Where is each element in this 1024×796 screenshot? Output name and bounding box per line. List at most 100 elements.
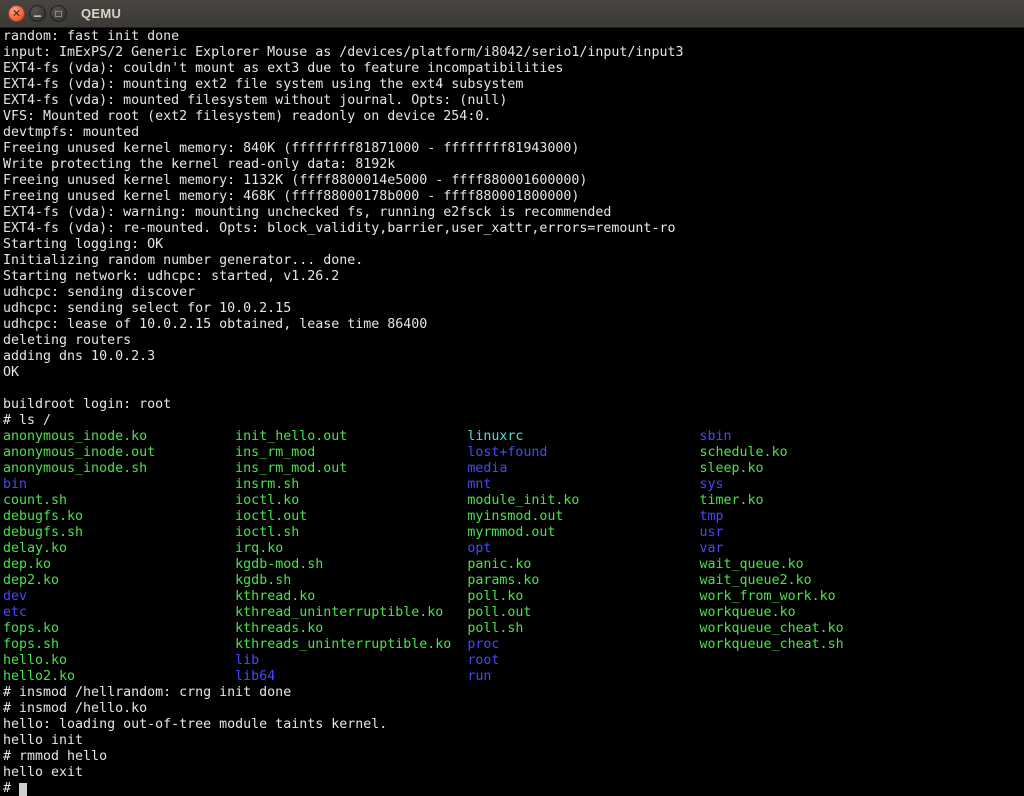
file-name: delay.ko [3, 541, 235, 556]
terminal-line: input: ImExPS/2 Generic Explorer Mouse a… [3, 45, 1024, 61]
terminal-line: anonymous_inode.ko init_hello.out linuxr… [3, 429, 1024, 445]
terminal-line: anonymous_inode.out ins_rm_mod lost+foun… [3, 445, 1024, 461]
file-name: usr [700, 525, 724, 540]
terminal-text: devtmpfs: mounted [3, 125, 139, 140]
file-name: wait_queue2.ko [700, 573, 812, 588]
terminal-line: fops.ko kthreads.ko poll.sh workqueue_ch… [3, 621, 1024, 637]
file-name: poll.sh [467, 621, 699, 636]
file-name: dep.ko [3, 557, 235, 572]
file-name: media [467, 461, 699, 476]
terminal-text: # ls / [3, 413, 51, 428]
terminal-line: udhcpc: lease of 10.0.2.15 obtained, lea… [3, 317, 1024, 333]
terminal-text: Starting network: udhcpc: started, v1.26… [3, 269, 339, 284]
terminal-cursor [19, 783, 27, 796]
file-name: panic.ko [467, 557, 699, 572]
terminal-text: hello: loading out-of-tree module taints… [3, 717, 387, 732]
terminal-text: EXT4-fs (vda): re-mounted. Opts: block_v… [3, 221, 675, 236]
file-name: ioctl.ko [235, 493, 467, 508]
terminal-line: Freeing unused kernel memory: 1132K (fff… [3, 173, 1024, 189]
terminal-line: debugfs.sh ioctl.sh myrmmod.out usr [3, 525, 1024, 541]
terminal-line: dev kthread.ko poll.ko work_from_work.ko [3, 589, 1024, 605]
close-button[interactable]: × [8, 5, 25, 22]
close-icon: × [12, 8, 21, 19]
file-name: hello2.ko [3, 669, 235, 684]
file-name: hello.ko [3, 653, 235, 668]
titlebar[interactable]: × ▁ □ QEMU [0, 0, 1024, 28]
file-name: kgdb-mod.sh [235, 557, 467, 572]
file-name: sys [700, 477, 724, 492]
terminal-text: Write protecting the kernel read-only da… [3, 157, 395, 172]
terminal-line: Initializing random number generator... … [3, 253, 1024, 269]
terminal-line: Freeing unused kernel memory: 840K (ffff… [3, 141, 1024, 157]
file-name: poll.out [467, 605, 699, 620]
file-name: module_init.ko [467, 493, 699, 508]
file-name: workqueue_cheat.ko [700, 621, 844, 636]
file-name: proc [467, 637, 699, 652]
file-name: ioctl.out [235, 509, 467, 524]
terminal-line: OK [3, 365, 1024, 381]
terminal-line: hello: loading out-of-tree module taints… [3, 717, 1024, 733]
terminal[interactable]: random: fast init doneinput: ImExPS/2 Ge… [0, 28, 1024, 796]
terminal-text: buildroot login: root [3, 397, 171, 412]
terminal-line: VFS: Mounted root (ext2 filesystem) read… [3, 109, 1024, 125]
qemu-window: × ▁ □ QEMU random: fast init doneinput: … [0, 0, 1024, 796]
terminal-line: debugfs.ko ioctl.out myinsmod.out tmp [3, 509, 1024, 525]
terminal-text: # insmod /hello.ko [3, 701, 147, 716]
file-name: wait_queue.ko [700, 557, 804, 572]
terminal-text: udhcpc: sending discover [3, 285, 195, 300]
file-name: dep2.ko [3, 573, 235, 588]
file-name: sleep.ko [700, 461, 764, 476]
file-name: root [467, 653, 499, 668]
file-name: init_hello.out [235, 429, 467, 444]
file-name: opt [467, 541, 699, 556]
terminal-line: EXT4-fs (vda): re-mounted. Opts: block_v… [3, 221, 1024, 237]
terminal-line: anonymous_inode.sh ins_rm_mod.out media … [3, 461, 1024, 477]
file-name: etc [3, 605, 235, 620]
file-name: poll.ko [467, 589, 699, 604]
file-name: params.ko [467, 573, 699, 588]
terminal-text: Initializing random number generator... … [3, 253, 363, 268]
terminal-line: hello exit [3, 765, 1024, 781]
file-name: anonymous_inode.out [3, 445, 235, 460]
terminal-text: Freeing unused kernel memory: 468K (ffff… [3, 189, 579, 204]
file-name: schedule.ko [700, 445, 788, 460]
terminal-text: VFS: Mounted root (ext2 filesystem) read… [3, 109, 491, 124]
minimize-button[interactable]: ▁ [29, 5, 46, 22]
file-name: workqueue.ko [700, 605, 796, 620]
file-name: dev [3, 589, 235, 604]
terminal-line: fops.sh kthreads_uninterruptible.ko proc… [3, 637, 1024, 653]
terminal-line: EXT4-fs (vda): mounted filesystem withou… [3, 93, 1024, 109]
file-name: fops.sh [3, 637, 235, 652]
file-name: irq.ko [235, 541, 467, 556]
terminal-text: EXT4-fs (vda): warning: mounting uncheck… [3, 205, 611, 220]
minimize-icon: ▁ [34, 9, 41, 18]
terminal-line: Freeing unused kernel memory: 468K (ffff… [3, 189, 1024, 205]
file-name: lost+found [467, 445, 699, 460]
terminal-line: udhcpc: sending discover [3, 285, 1024, 301]
terminal-line: EXT4-fs (vda): mounting ext2 file system… [3, 77, 1024, 93]
file-name: linuxrc [467, 429, 699, 444]
maximize-button[interactable]: □ [50, 5, 67, 22]
terminal-text: Freeing unused kernel memory: 840K (ffff… [3, 141, 579, 156]
file-name: anonymous_inode.ko [3, 429, 235, 444]
terminal-text: EXT4-fs (vda): mounted filesystem withou… [3, 93, 507, 108]
file-name: myinsmod.out [467, 509, 699, 524]
terminal-line: dep.ko kgdb-mod.sh panic.ko wait_queue.k… [3, 557, 1024, 573]
terminal-line: delay.ko irq.ko opt var [3, 541, 1024, 557]
file-name: debugfs.sh [3, 525, 235, 540]
terminal-text: deleting routers [3, 333, 131, 348]
terminal-text: input: ImExPS/2 Generic Explorer Mouse a… [3, 45, 683, 60]
terminal-line: # rmmod hello [3, 749, 1024, 765]
file-name: bin [3, 477, 235, 492]
terminal-text: udhcpc: sending select for 10.0.2.15 [3, 301, 291, 316]
terminal-text: # rmmod hello [3, 749, 107, 764]
terminal-text: EXT4-fs (vda): couldn't mount as ext3 du… [3, 61, 563, 76]
file-name: work_from_work.ko [700, 589, 836, 604]
terminal-line: # ls / [3, 413, 1024, 429]
file-name: run [467, 669, 491, 684]
file-name: workqueue_cheat.sh [700, 637, 844, 652]
terminal-line: deleting routers [3, 333, 1024, 349]
terminal-line: count.sh ioctl.ko module_init.ko timer.k… [3, 493, 1024, 509]
file-name: sbin [700, 429, 732, 444]
terminal-line: udhcpc: sending select for 10.0.2.15 [3, 301, 1024, 317]
